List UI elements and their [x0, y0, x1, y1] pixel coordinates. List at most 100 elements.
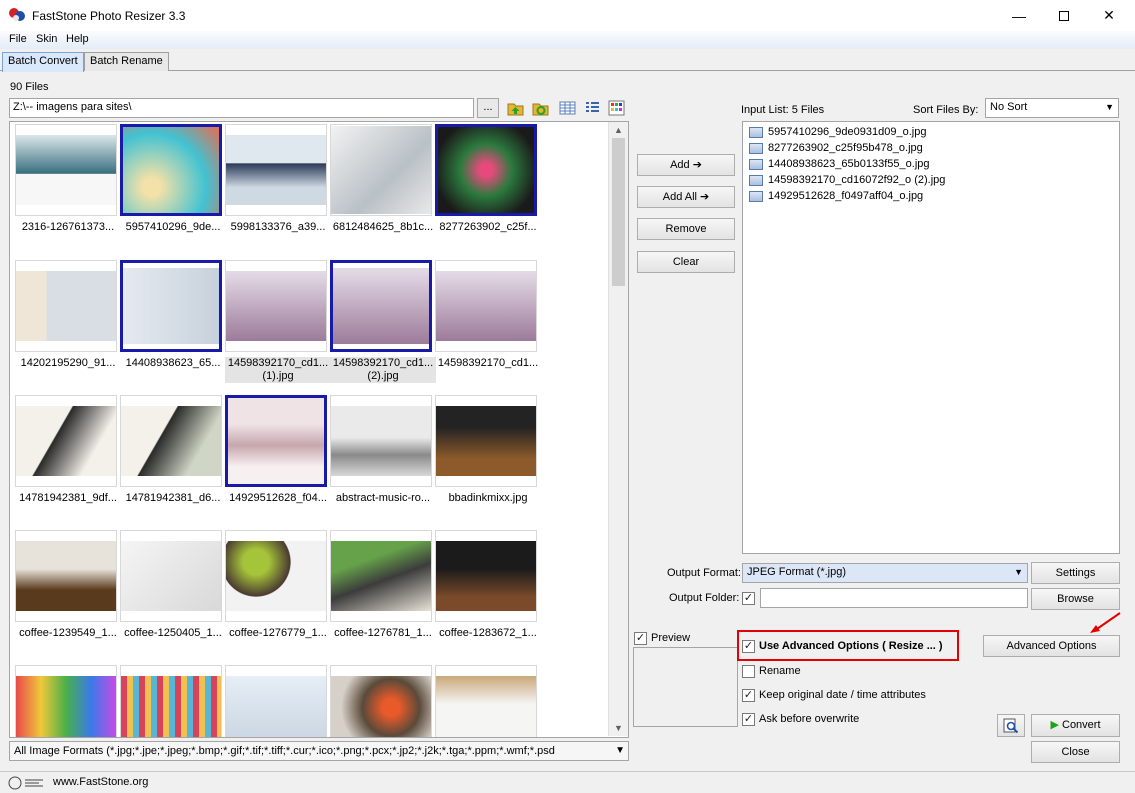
preview-label: Preview — [651, 632, 691, 644]
thumbnail-image — [331, 406, 431, 476]
thumbnail-label: coffee-1276779_1... — [229, 627, 327, 639]
thumbnail-grid[interactable]: 2316-126761373... 5957410296_9de... 599813… — [9, 121, 629, 738]
thumbnail-image — [123, 127, 219, 213]
input-list-item[interactable]: 8277263902_c25f95b478_o.jpg — [749, 140, 923, 156]
output-format-select[interactable]: JPEG Format (*.jpg) ▼ — [742, 563, 1028, 583]
menu-help[interactable]: Help — [66, 33, 89, 45]
format-filter-value: All Image Formats (*.jpg;*.jpe;*.jpeg;*.… — [14, 745, 555, 757]
thumbnail-view-icon[interactable] — [608, 100, 625, 116]
thumbnail-label: 5998133376_a39... — [230, 221, 326, 233]
thumbnail-image — [436, 676, 536, 737]
thumbnail-frame — [435, 530, 537, 622]
input-list-filename: 14408938623_65b0133f55_o.jpg — [768, 158, 930, 170]
view-output-button[interactable] — [997, 714, 1025, 737]
add-button[interactable]: Add ➔ — [637, 154, 735, 176]
thumbnail-label: 5957410296_9de... — [125, 221, 221, 233]
thumbnail-image — [121, 541, 221, 611]
scroll-up-icon[interactable]: ▲ — [614, 125, 623, 135]
tab-batch-convert[interactable]: Batch Convert — [2, 52, 84, 72]
scrollbar-thumb[interactable] — [612, 138, 625, 286]
thumbnail-image — [228, 398, 324, 484]
thumbnail-label-line2: (1).jpg — [225, 370, 331, 383]
output-folder-checkbox[interactable]: ✓ — [742, 592, 755, 605]
thumbnail-image — [331, 541, 431, 611]
preview-area — [633, 647, 738, 727]
menu-skin[interactable]: Skin — [36, 33, 57, 45]
thumbnail-image — [226, 271, 326, 341]
use-advanced-options-checkbox[interactable]: ✓ — [742, 640, 755, 653]
thumbnail-image — [123, 268, 219, 344]
thumbnail-label: 14929512628_f04... — [229, 492, 327, 504]
tab-batch-rename[interactable]: Batch Rename — [84, 52, 169, 71]
close-button[interactable]: Close — [1031, 741, 1120, 763]
output-folder-input[interactable] — [760, 588, 1028, 608]
thumbnail-label: 14781942381_9df... — [19, 492, 117, 504]
ask-overwrite-checkbox[interactable]: ✓ — [742, 713, 755, 726]
rename-checkbox[interactable] — [742, 665, 755, 678]
thumbnail-frame — [435, 395, 537, 487]
thumbnail-label: abstract-music-ro... — [335, 492, 431, 504]
thumbnail-image — [438, 127, 534, 213]
thumbnail-frame — [330, 530, 432, 622]
browse-button[interactable]: Browse — [1031, 588, 1120, 610]
settings-button[interactable]: Settings — [1031, 562, 1120, 584]
preview-checkbox[interactable]: ✓ — [634, 632, 647, 645]
double-arrow-right-icon: ➔ — [700, 191, 710, 203]
thumbnail-label: coffee-1239549_1... — [19, 627, 117, 639]
image-file-icon — [749, 142, 763, 154]
tab-bar: Batch Convert Batch Rename — [0, 49, 1135, 72]
refresh-folder-icon[interactable] — [532, 100, 549, 116]
minimize-button[interactable]: — — [996, 0, 1042, 31]
magnifier-icon — [1003, 718, 1019, 734]
minimize-icon: — — [1012, 7, 1026, 24]
chevron-down-icon: ▼ — [615, 745, 625, 756]
list-view-icon[interactable] — [584, 100, 601, 116]
thumbnail-frame — [435, 665, 537, 737]
keep-date-checkbox[interactable]: ✓ — [742, 689, 755, 702]
clear-button[interactable]: Clear — [637, 251, 735, 273]
menu-bar: File Skin Help — [0, 31, 1135, 49]
thumbnail-frame — [120, 530, 222, 622]
advanced-options-button[interactable]: Advanced Options — [983, 635, 1120, 657]
scroll-down-icon[interactable]: ▼ — [614, 723, 623, 733]
output-folder-label: Output Folder: — [669, 592, 740, 604]
sort-files-select[interactable]: No Sort ▼ — [985, 98, 1119, 118]
path-input[interactable]: Z:\-- imagens para sites\ — [9, 98, 474, 118]
thumbnail-image — [16, 271, 116, 341]
thumbnail-image — [331, 126, 431, 214]
browse-path-button[interactable]: ... — [477, 98, 499, 118]
convert-button[interactable]: ▶ Convert — [1031, 714, 1120, 737]
thumbnail-label: 2316-126761373... — [21, 221, 115, 233]
thumbnail-label: 14202195290_91... — [20, 357, 116, 369]
thumbnail-label: 14598392170_cd1... — [225, 357, 331, 370]
faststone-status-icon — [8, 776, 43, 790]
file-count: 90 Files — [10, 81, 49, 93]
close-icon: ✕ — [1103, 7, 1115, 23]
remove-button[interactable]: Remove — [637, 218, 735, 240]
thumbnail-frame — [15, 665, 117, 737]
close-window-button[interactable]: ✕ — [1086, 0, 1132, 31]
folder-up-icon[interactable] — [507, 100, 524, 116]
thumbnail-frame — [330, 395, 432, 487]
thumbnail-frame — [120, 124, 222, 216]
thumbnail-frame — [15, 530, 117, 622]
website-link[interactable]: www.FastStone.org — [53, 776, 148, 788]
format-filter-select[interactable]: All Image Formats (*.jpg;*.jpe;*.jpeg;*.… — [9, 741, 629, 761]
input-list-item[interactable]: 14408938623_65b0133f55_o.jpg — [749, 156, 930, 172]
sort-files-label: Sort Files By: — [913, 104, 979, 116]
chevron-down-icon: ▼ — [1105, 102, 1114, 112]
details-view-icon[interactable] — [559, 100, 576, 116]
annotation-arrow-icon — [1090, 612, 1121, 633]
input-list-item[interactable]: 14929512628_f0497aff04_o.jpg — [749, 188, 923, 204]
add-all-button[interactable]: Add All ➔ — [637, 186, 735, 208]
image-file-icon — [749, 174, 763, 186]
input-list-item[interactable]: 5957410296_9de0931d09_o.jpg — [749, 124, 926, 140]
thumbnail-scrollbar[interactable]: ▲ ▼ — [608, 122, 628, 736]
sort-files-value: No Sort — [990, 101, 1028, 113]
thumbnail-image — [333, 268, 429, 344]
input-list[interactable]: 5957410296_9de0931d09_o.jpg 8277263902_c2… — [742, 121, 1120, 554]
input-list-item[interactable]: 14598392170_cd16072f92_o (2).jpg — [749, 172, 945, 188]
thumbnail-frame — [15, 124, 117, 216]
maximize-button[interactable] — [1041, 0, 1087, 31]
menu-file[interactable]: File — [9, 33, 27, 45]
